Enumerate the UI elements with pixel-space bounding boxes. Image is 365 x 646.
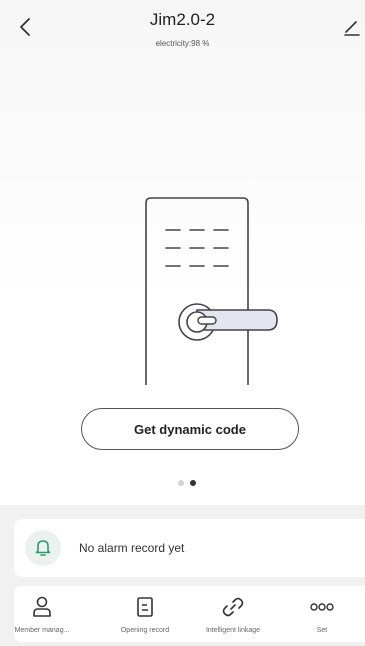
nav-intelligent-linkage[interactable]: Intelligent linkage (193, 586, 273, 642)
nav-member-management[interactable]: Member manag... (2, 586, 82, 642)
nav-label: Opening record (120, 627, 170, 634)
nav-set[interactable]: Set (282, 586, 362, 642)
nav-label: Intelligent linkage (205, 627, 261, 634)
battery-status: electricity:98 % (155, 39, 210, 48)
nav-label: Set (316, 627, 328, 634)
bell-icon-badge (25, 530, 61, 566)
page-indicator (178, 480, 196, 486)
alarm-record-card[interactable]: No alarm record yet (14, 519, 365, 577)
bottom-navigation: Member manag... Opening record Intellige… (14, 586, 365, 642)
more-dots-icon (310, 603, 334, 611)
edit-button[interactable] (340, 16, 364, 40)
document-icon (137, 597, 153, 617)
link-icon (222, 597, 244, 617)
bell-icon (35, 540, 51, 556)
page-dot-active (190, 480, 196, 486)
get-dynamic-code-button[interactable]: Get dynamic code (81, 408, 299, 450)
page-dot (178, 480, 184, 486)
door-lock-illustration (145, 197, 278, 385)
nav-opening-record[interactable]: Opening record (105, 586, 185, 642)
person-icon (33, 596, 51, 617)
nav-label: Member manag... (14, 627, 70, 634)
alarm-status-text: No alarm record yet (79, 541, 185, 555)
page-title: Jim2.0-2 (149, 10, 216, 29)
pencil-icon (344, 21, 360, 36)
